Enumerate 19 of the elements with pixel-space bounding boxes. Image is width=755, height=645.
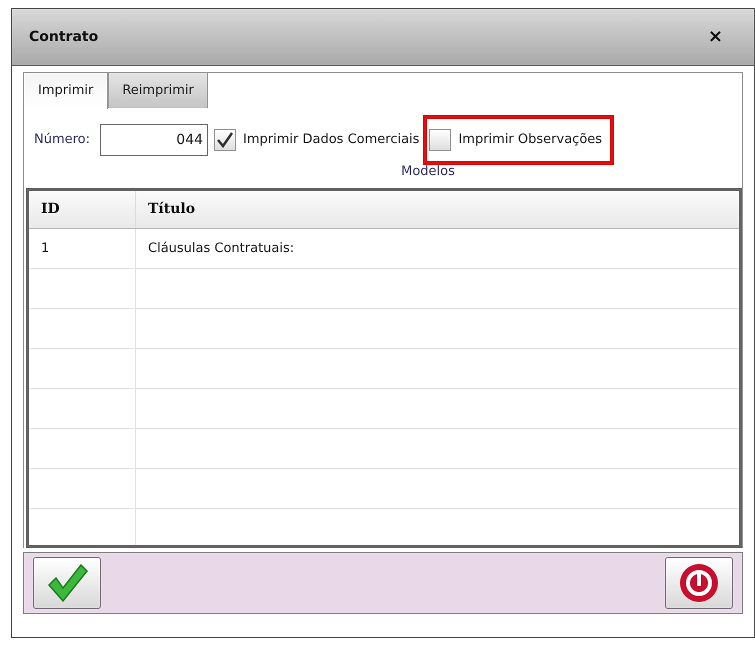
- confirm-button[interactable]: [33, 557, 101, 609]
- tab[interactable]: Reimprimir: [108, 72, 208, 108]
- power-icon: [679, 563, 719, 603]
- numero-label: Número:: [34, 131, 90, 150]
- window-title: Contrato: [29, 28, 98, 46]
- section-title: Modelos: [401, 163, 455, 181]
- column-header: ID: [29, 191, 136, 228]
- power-button[interactable]: [665, 557, 733, 609]
- close-button[interactable]: ×: [708, 28, 723, 46]
- column-header: Título: [147, 200, 196, 219]
- tab[interactable]: Imprimir: [23, 72, 108, 109]
- table-cell-text: 1: [41, 240, 50, 258]
- numero-field[interactable]: 044: [100, 124, 208, 156]
- checkbox-label: Imprimir Observações: [458, 131, 602, 150]
- checkbox[interactable]: [429, 129, 452, 151]
- table-cell-text: Cláusulas Contratuais:: [148, 240, 294, 258]
- checkmark-icon: [45, 561, 89, 605]
- checkbox[interactable]: [214, 129, 236, 151]
- checkbox-label: Imprimir Dados Comerciais: [243, 131, 420, 150]
